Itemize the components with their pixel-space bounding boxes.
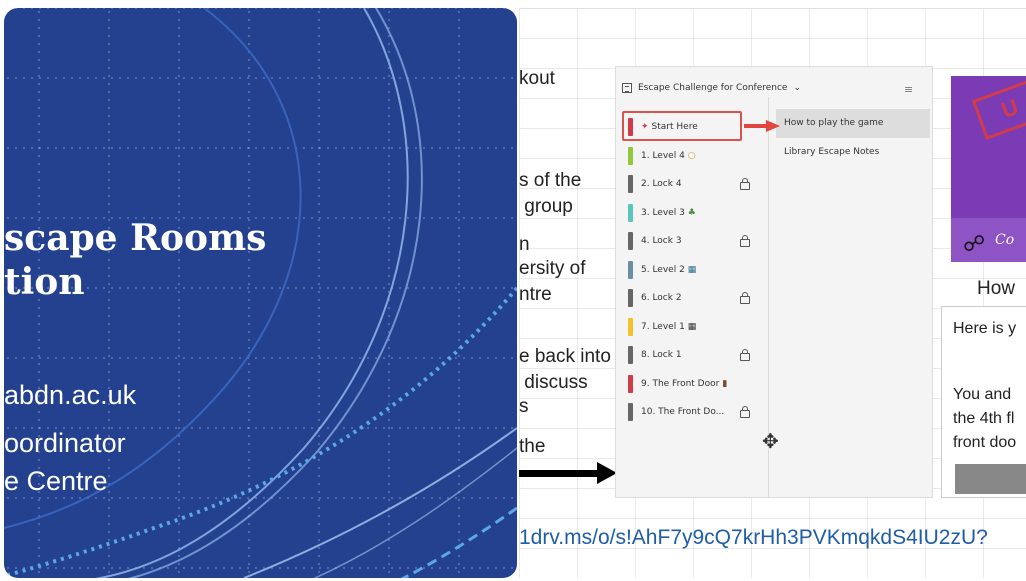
- preview-text-line: front doo: [953, 434, 1017, 451]
- notebook-selector[interactable]: Escape Challenge for Conference ⌄: [622, 83, 801, 93]
- section-level-2[interactable]: 5. Level 2 ▦: [620, 256, 770, 285]
- onenote-screenshot: kout s of the group n ersity of ntre e b…: [519, 8, 1026, 578]
- move-cursor-icon: ✥: [762, 429, 779, 453]
- section-label: 10. The Front Do...: [641, 407, 725, 418]
- section-level-3[interactable]: 3. Level 3 ♣: [620, 199, 770, 228]
- start-here-highlight: [622, 111, 742, 141]
- section-color-tab: [628, 346, 633, 365]
- screenshot-border: [519, 8, 1026, 9]
- section-level-4[interactable]: 1. Level 4 ○: [620, 142, 770, 171]
- padlock-icon: ☍: [963, 232, 986, 257]
- calendar-icon: ▦: [687, 321, 697, 332]
- page-how-to-play[interactable]: How to play the game: [776, 109, 930, 138]
- doc-line: n: [519, 234, 530, 255]
- section-color-tab: [628, 317, 633, 336]
- lock-icon: [740, 178, 750, 190]
- section-lock-4[interactable]: 2. Lock 4: [620, 170, 770, 199]
- section-front-door-locked[interactable]: 10. The Front Do...: [620, 398, 770, 427]
- doc-line: e back into: [519, 346, 611, 367]
- slide-role-line1: oordinator: [4, 428, 126, 458]
- section-color-tab: [628, 203, 633, 222]
- preview-text-line: the 4th fl: [953, 410, 1015, 427]
- section-lock-3[interactable]: 4. Lock 3: [620, 227, 770, 256]
- page-library-escape-notes[interactable]: Library Escape Notes: [776, 138, 930, 167]
- bulb-icon: ○: [687, 150, 696, 161]
- notebook-icon: [622, 83, 632, 93]
- section-label: 9. The Front Door: [641, 378, 720, 389]
- preview-text-line: You and: [953, 386, 1012, 403]
- doc-line: the: [519, 436, 546, 457]
- section-lock-2[interactable]: 6. Lock 2: [620, 284, 770, 313]
- door-icon: ▮: [722, 378, 728, 389]
- section-label: 2. Lock 4: [641, 179, 682, 190]
- section-label: 8. Lock 1: [641, 350, 682, 361]
- doc-line: discuss: [519, 372, 588, 393]
- section-level-1[interactable]: 7. Level 1 ▦: [620, 313, 770, 342]
- onenote-window: Escape Challenge for Conference ⌄ ≡ ✦ St…: [615, 66, 933, 498]
- slide-title: scape Rooms tion: [4, 217, 267, 303]
- section-lock-1[interactable]: 8. Lock 1: [620, 341, 770, 370]
- section-label: 3. Level 3: [641, 207, 685, 218]
- section-label: 1. Level 4: [641, 150, 685, 161]
- chevron-down-icon: ⌄: [793, 83, 802, 93]
- notebook-title: Escape Challenge for Conference: [638, 83, 788, 93]
- doc-line: ersity of: [519, 258, 586, 279]
- preview-photo: [955, 464, 1026, 494]
- doc-line: s: [519, 396, 529, 417]
- onedrive-link[interactable]: 1drv.ms/o/s!AhF7y9cQ7krHh3PVKmqkdS4IU2zU…: [519, 526, 988, 550]
- doc-line: s of the: [519, 170, 582, 191]
- section-color-tab: [628, 403, 633, 422]
- section-label: 7. Level 1: [641, 321, 685, 332]
- section-color-tab: [628, 175, 633, 194]
- door-icon: ▦: [687, 264, 697, 275]
- section-label: 5. Level 2: [641, 264, 685, 275]
- section-color-tab: [628, 146, 633, 165]
- section-label: 4. Lock 3: [641, 236, 682, 247]
- doc-line: kout: [519, 68, 555, 89]
- black-arrow-icon: [519, 462, 617, 484]
- page-list: How to play the game Library Escape Note…: [776, 109, 930, 166]
- lock-icon: [740, 406, 750, 418]
- page-label: Library Escape Notes: [784, 146, 880, 157]
- section-color-tab: [628, 374, 633, 393]
- section-list: ✦ Start Here 1. Level 4 ○ 2. Lock 4 3. L…: [620, 103, 770, 427]
- puzzle-icon: ♣: [687, 207, 696, 218]
- page-label: How to play the game: [784, 118, 884, 129]
- preview-text-line: Here is y: [953, 320, 1017, 337]
- presentation-slide: scape Rooms tion abdn.ac.uk oordinator e…: [4, 8, 517, 578]
- doc-line: group: [519, 196, 573, 217]
- section-color-tab: [628, 289, 633, 308]
- preview-heading: How: [977, 278, 1016, 299]
- lock-icon: [740, 235, 750, 247]
- section-color-tab: [628, 260, 633, 279]
- lock-icon: [740, 292, 750, 304]
- lock-icon: [740, 349, 750, 361]
- section-color-tab: [628, 232, 633, 251]
- red-arrow-icon: [744, 120, 780, 132]
- card-caption: Co: [995, 232, 1015, 248]
- slide-email: abdn.ac.uk: [4, 380, 137, 410]
- section-label: 6. Lock 2: [641, 293, 682, 304]
- sort-icon[interactable]: ≡: [904, 83, 913, 96]
- slide-role-line2: e Centre: [4, 466, 108, 496]
- doc-line: ntre: [519, 284, 552, 305]
- section-front-door[interactable]: 9. The Front Door ▮: [620, 370, 770, 399]
